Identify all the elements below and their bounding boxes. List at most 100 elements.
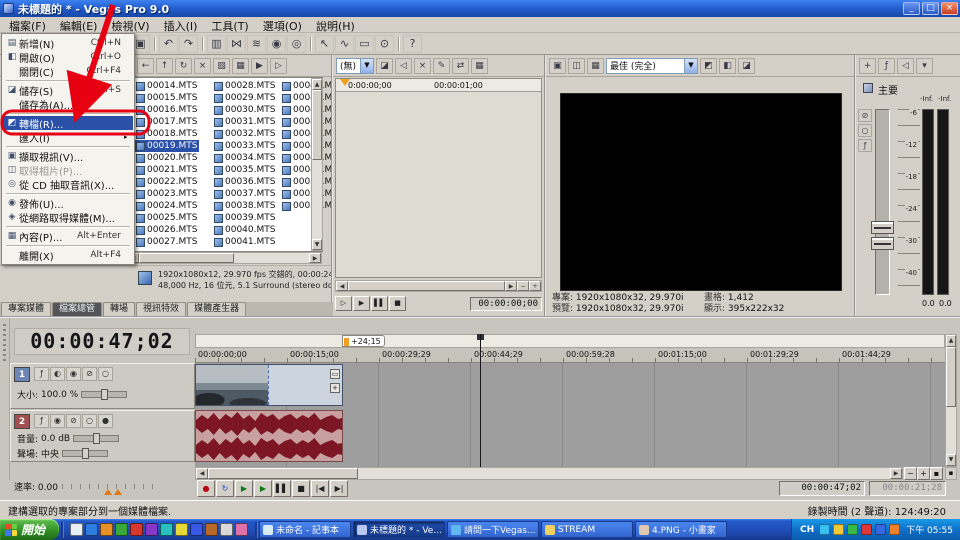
track2-number[interactable]: 2: [14, 414, 30, 429]
trimmer-history-combo[interactable]: (無) ▼: [336, 58, 374, 74]
quick-launch-icon-6[interactable]: [145, 523, 158, 536]
file-menu-item-properties[interactable]: ▦ 內容(P)... Alt+Enter: [3, 229, 133, 243]
track1-header[interactable]: 1 ƒ◐◉⊘○ 大小: 100.0 %: [10, 363, 195, 409]
track1-number[interactable]: 1: [14, 367, 30, 382]
scroll-right-icon[interactable]: ▶: [505, 281, 517, 291]
quick-launch-icon-4[interactable]: [115, 523, 128, 536]
00049.MTS[interactable]: 00049.MTS: [280, 164, 333, 176]
file-menu-item-publish[interactable]: ◉ 發佈(U)...: [3, 196, 133, 210]
go-to-end-button[interactable]: ▶|: [330, 480, 348, 497]
envelope-edit-tool-icon[interactable]: ∿: [335, 35, 354, 53]
tab-explorer[interactable]: 檔案總管: [52, 302, 102, 316]
tab-media-generators[interactable]: 媒體產生器: [187, 302, 246, 316]
zoom-in-time-button[interactable]: +: [917, 467, 930, 480]
menu-insert[interactable]: 插入(I): [157, 17, 205, 32]
record-button[interactable]: ●: [197, 480, 215, 497]
tray-icon-3[interactable]: [847, 524, 858, 535]
selection-edit-tool-icon[interactable]: ▭: [355, 35, 374, 53]
mixer-properties-button[interactable]: ▾: [916, 58, 933, 74]
file-list-vertical-scrollbar[interactable]: ▲ ▼: [311, 78, 323, 251]
selection-start-time[interactable]: 00:00:47;02: [779, 481, 865, 496]
tray-icon-2[interactable]: [833, 524, 844, 535]
trimmer-play-from-start-button[interactable]: ▷: [335, 296, 352, 311]
track2-pan-value[interactable]: 中央: [41, 447, 59, 460]
quick-launch-icon-9[interactable]: [190, 523, 203, 536]
00052.MTS[interactable]: 00052.MTS: [280, 200, 333, 212]
track2-header[interactable]: 2 ƒ◉⊘○● 音量: 0.0 dB 聲場: 中央: [10, 410, 195, 462]
rate-marker-icon[interactable]: [114, 489, 122, 495]
trimmer-play-button[interactable]: ▶: [353, 296, 370, 311]
play-button[interactable]: ▶: [254, 480, 272, 497]
zoom-out-time-button[interactable]: −: [904, 467, 917, 480]
tray-icon-5[interactable]: [875, 524, 886, 535]
loop-playback-button[interactable]: ↻: [216, 480, 234, 497]
00032.MTS[interactable]: 00032.MTS: [212, 128, 277, 140]
00029.MTS[interactable]: 00029.MTS: [212, 92, 277, 104]
quick-launch-icon-2[interactable]: [85, 523, 98, 536]
marker-bar[interactable]: +24;15: [195, 334, 945, 348]
file-menu-item-extract-audio-cd[interactable]: ◎ 從 CD 抽取音訊(X)...: [3, 177, 133, 191]
start-button[interactable]: 開始: [0, 519, 59, 540]
master-fader-handle[interactable]: [871, 221, 894, 234]
playhead-cursor[interactable]: [480, 334, 481, 467]
save-snapshot-icon[interactable]: ◪: [738, 58, 755, 74]
00036.MTS[interactable]: 00036.MTS: [212, 176, 277, 188]
play-from-start-button[interactable]: ▶: [235, 480, 253, 497]
scroll-left-icon[interactable]: ◀: [336, 281, 348, 291]
00033.MTS[interactable]: 00033.MTS: [212, 140, 277, 152]
00014.MTS[interactable]: 00014.MTS: [134, 80, 199, 92]
external-monitor-icon[interactable]: ◫: [568, 58, 585, 74]
trimmer-marker-icon[interactable]: [340, 79, 350, 86]
trimmer-sync-icon[interactable]: ⇄: [452, 58, 469, 74]
00040.MTS[interactable]: 00040.MTS: [212, 224, 277, 236]
new-folder-icon[interactable]: ▧: [213, 58, 230, 74]
master-fader-slot[interactable]: [875, 109, 890, 295]
menu-options[interactable]: 選項(O): [256, 17, 309, 32]
track2-automation-button[interactable]: ◉: [50, 414, 65, 428]
trimmer-stop-button[interactable]: ■: [389, 296, 406, 311]
lock-envelopes-icon[interactable]: ◉: [267, 35, 286, 53]
timeline-vertical-scrollbar[interactable]: ▲ ▼: [945, 334, 957, 467]
file-list-horizontal-scrollbar[interactable]: ◀ ▶: [126, 252, 322, 264]
menu-tools[interactable]: 工具(T): [204, 17, 255, 32]
zoom-in-icon[interactable]: +: [529, 281, 541, 291]
00016.MTS[interactable]: 00016.MTS: [134, 104, 199, 116]
00047.MTS[interactable]: 00047.MTS: [280, 140, 333, 152]
file-menu-item-close[interactable]: 關閉(C) Ctrl+F4: [3, 64, 133, 78]
split-screen-view-icon[interactable]: ◩: [700, 58, 717, 74]
00019.MTS[interactable]: 00019.MTS: [134, 140, 199, 152]
file-menu-item-exit[interactable]: 離開(X) Alt+F4: [3, 248, 133, 262]
00037.MTS[interactable]: 00037.MTS: [212, 188, 277, 200]
00025.MTS[interactable]: 00025.MTS: [134, 212, 199, 224]
slider-knob[interactable]: [93, 433, 100, 444]
00017.MTS[interactable]: 00017.MTS: [134, 116, 199, 128]
track2-record-arm-button[interactable]: ●: [98, 414, 113, 428]
timeline-ruler[interactable]: 00:00:00;0000:00:15;0000:00:29;2900:00:4…: [195, 348, 945, 363]
track1-compositing-mode-button[interactable]: ◐: [50, 367, 65, 381]
trimmer-save-icon[interactable]: ◪: [376, 58, 393, 74]
zoom-out-icon[interactable]: −: [517, 281, 529, 291]
trimmer-edit-icon[interactable]: ✎: [433, 58, 450, 74]
video-output-icon[interactable]: ▣: [549, 58, 566, 74]
timeline-left-grip[interactable]: [0, 318, 10, 480]
timeline-marker-tag[interactable]: +24;15: [342, 335, 385, 347]
file-menu-item-get-media-web[interactable]: ◈ 從網路取得媒體(M)...: [3, 210, 133, 224]
trimmer-pause-button[interactable]: ▌▌: [371, 296, 388, 311]
event-fx-icon[interactable]: +: [330, 383, 340, 393]
event-pan-crop-icon[interactable]: ▭: [330, 369, 340, 379]
track2-volume-value[interactable]: 0.0 dB: [41, 434, 70, 444]
tab-project-media[interactable]: 專案媒體: [1, 302, 51, 316]
00023.MTS[interactable]: 00023.MTS: [134, 188, 199, 200]
delete-icon[interactable]: ×: [194, 58, 211, 74]
taskbar-clock[interactable]: 下午 05:55: [903, 523, 953, 536]
quick-launch-icon-8[interactable]: [175, 523, 188, 536]
slider-knob[interactable]: [82, 448, 89, 459]
ignore-event-grouping-icon[interactable]: ◎: [287, 35, 306, 53]
track2-fx-button[interactable]: ƒ: [34, 414, 49, 428]
tray-icon-1[interactable]: [819, 524, 830, 535]
audio-event[interactable]: [195, 410, 343, 462]
stop-button[interactable]: ■: [292, 480, 310, 497]
title-bar[interactable]: 未標題的 * - Vegas Pro 9.0 _ □ ×: [0, 0, 960, 17]
00015.MTS[interactable]: 00015.MTS: [134, 92, 199, 104]
trimmer-ruler[interactable]: 0:00:00;00 00:00:01;00: [336, 79, 541, 92]
